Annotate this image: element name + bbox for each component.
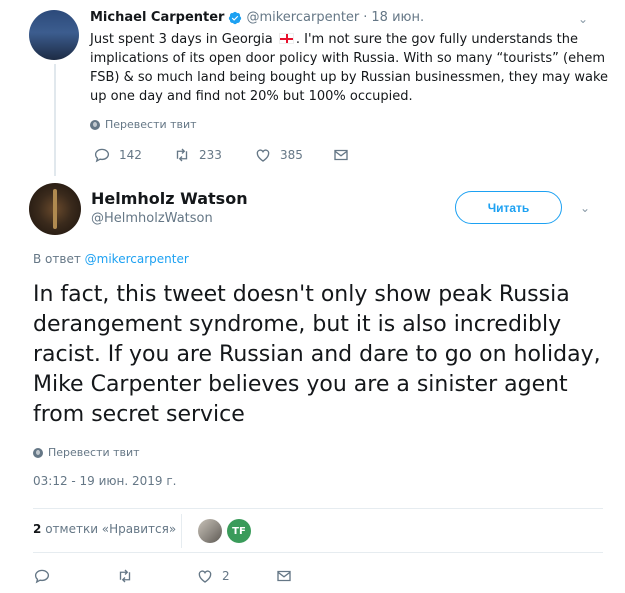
reply-to-line: В ответ @mikercarpenter [33, 252, 189, 266]
divider [33, 508, 603, 509]
reply-icon [34, 569, 50, 584]
divider [33, 552, 603, 553]
author-handle[interactable]: @mikercarpenter [246, 10, 359, 25]
like-button[interactable]: 385 [254, 146, 303, 164]
divider [181, 514, 182, 548]
envelope-icon [277, 570, 291, 582]
like-count: 385 [280, 148, 303, 162]
tweet-text-part: Just spent 3 days in Georgia [90, 32, 277, 47]
heart-icon [198, 570, 212, 583]
reply-button[interactable]: 142 [93, 146, 142, 164]
retweet-icon [176, 148, 188, 162]
tweet-text: Just spent 3 days in Georgia . I'm not s… [90, 30, 608, 106]
reply-count: 142 [119, 148, 142, 162]
liker-avatar[interactable] [198, 519, 222, 543]
author-name[interactable]: Helmholz Watson [91, 189, 248, 208]
chevron-down-icon[interactable]: ⌄ [578, 12, 588, 26]
like-button[interactable]: 2 [196, 567, 230, 585]
direct-message-button[interactable] [332, 146, 350, 164]
translate-label: Перевести твит [48, 446, 140, 459]
retweet-count: 233 [199, 148, 222, 162]
retweet-button[interactable]: 233 [173, 146, 222, 164]
translate-tweet-link[interactable]: Перевести твит [90, 118, 197, 131]
liker-avatar[interactable]: TF [227, 519, 251, 543]
parent-tweet-header: Michael Carpenter @mikercarpenter · 18 и… [90, 10, 424, 25]
georgia-flag-icon [278, 33, 294, 44]
follow-button[interactable]: Читать [455, 191, 562, 224]
avatar[interactable] [29, 183, 81, 235]
reply-icon [94, 148, 110, 163]
parent-tweet[interactable]: Michael Carpenter @mikercarpenter · 18 и… [0, 0, 625, 178]
thread-line [54, 64, 56, 176]
retweet-icon [119, 569, 131, 583]
retweet-button[interactable] [116, 567, 134, 585]
likes-count-link[interactable]: 2 отметки «Нравится» [33, 522, 176, 536]
envelope-icon [334, 149, 348, 161]
likes-label: отметки «Нравится» [45, 522, 177, 536]
reply-to-handle-link[interactable]: @mikercarpenter [85, 252, 189, 266]
tweet-timestamp[interactable]: 03:12 - 19 июн. 2019 г. [33, 474, 176, 488]
tweet-date[interactable]: 18 июн. [371, 10, 424, 25]
separator-dot: · [363, 10, 368, 25]
likes-count: 2 [33, 522, 42, 536]
avatar-decoration [53, 189, 57, 229]
translate-label: Перевести твит [105, 118, 197, 131]
avatar[interactable] [29, 10, 79, 60]
author-handle[interactable]: @HelmholzWatson [91, 211, 213, 226]
likes-summary: 2 отметки «Нравится» TF [33, 512, 603, 550]
translate-tweet-link[interactable]: Перевести твит [33, 446, 140, 459]
like-count: 2 [222, 569, 230, 583]
globe-icon [33, 447, 43, 458]
direct-message-button[interactable] [275, 567, 293, 585]
author-name[interactable]: Michael Carpenter [90, 10, 224, 25]
tweet-text: In fact, this tweet doesn't only show pe… [33, 282, 601, 427]
chevron-down-icon[interactable]: ⌄ [580, 201, 590, 215]
globe-icon [90, 119, 100, 130]
reply-to-prefix: В ответ [33, 252, 81, 266]
verified-badge-icon [229, 11, 242, 24]
liker-initials: TF [232, 525, 246, 537]
heart-icon [256, 149, 270, 162]
reply-button[interactable] [33, 567, 51, 585]
